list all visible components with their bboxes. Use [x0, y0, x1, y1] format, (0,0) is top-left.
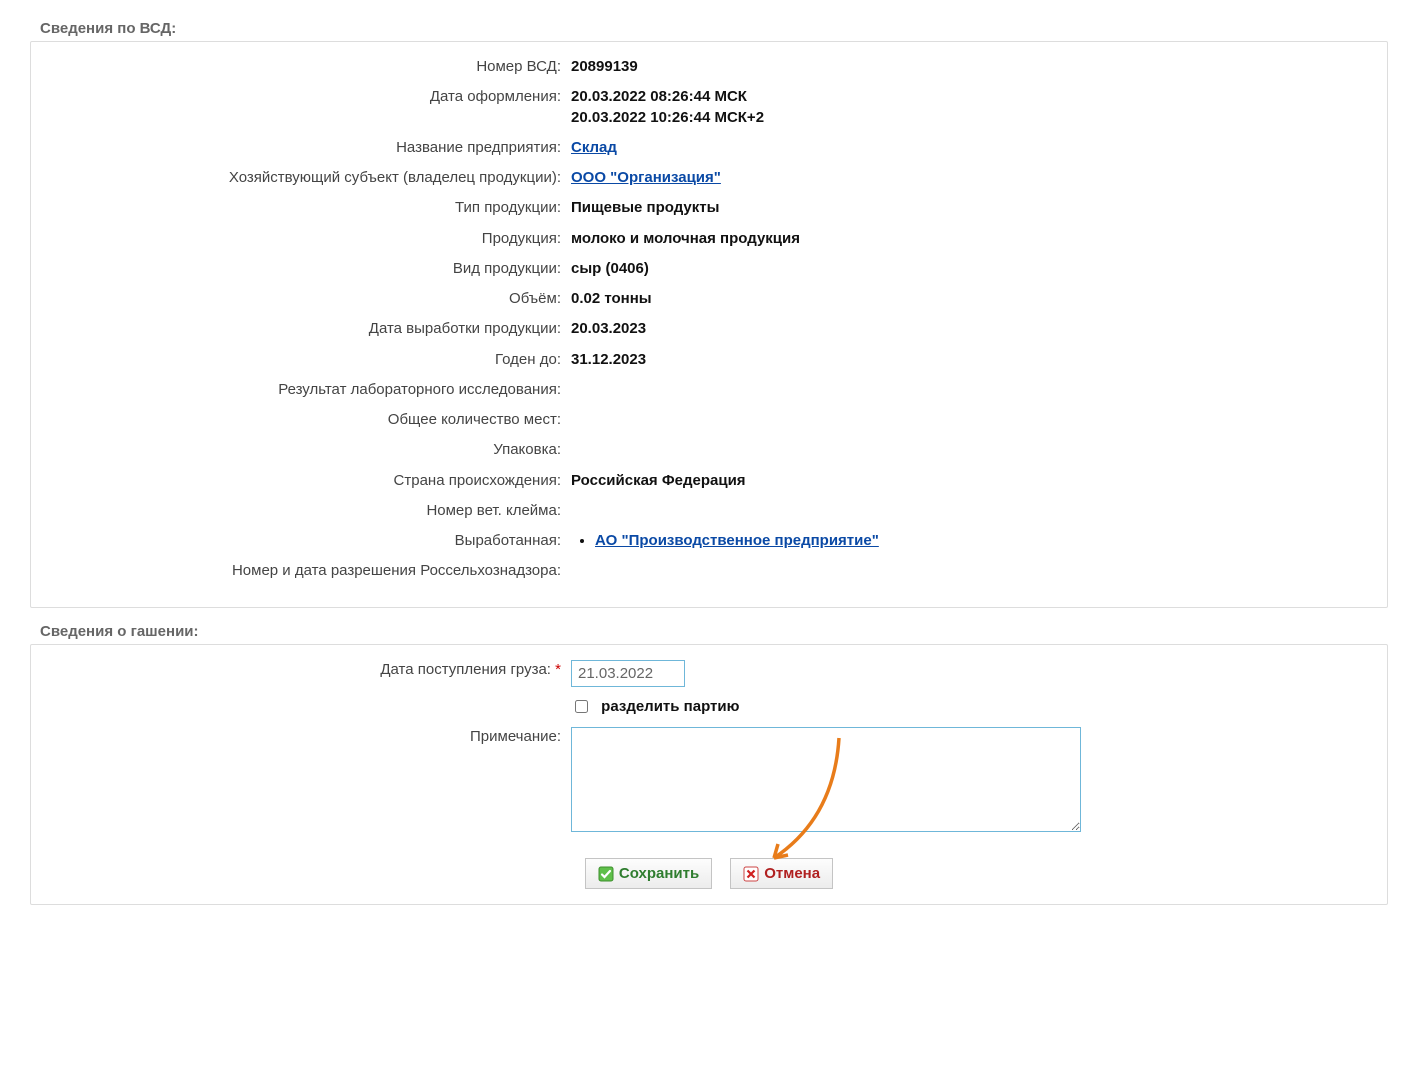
checkmark-icon	[598, 866, 614, 882]
produced-by-label: Выработанная:	[51, 531, 571, 551]
redemption-info-title: Сведения о гашении:	[40, 623, 1388, 640]
issue-date-label: Дата оформления:	[51, 87, 571, 107]
origin-label: Страна происхождения:	[51, 471, 571, 491]
produced-by-link[interactable]: АО "Производственное предприятие"	[595, 532, 879, 549]
made-date-value: 20.03.2023	[571, 319, 1367, 339]
packaging-label: Упаковка:	[51, 440, 571, 460]
vsd-info-title: Сведения по ВСД:	[40, 20, 1388, 37]
vsd-number-value: 20899139	[571, 57, 1367, 77]
owner-label: Хозяйствующий субъект (владелец продукци…	[51, 168, 571, 188]
vsd-info-section: Номер ВСД: 20899139 Дата оформления: 20.…	[30, 41, 1388, 608]
volume-value: 0.02 тонны	[571, 289, 1367, 309]
prod-type-label: Тип продукции:	[51, 198, 571, 218]
enterprise-link[interactable]: Склад	[571, 139, 617, 156]
lab-result-label: Результат лабораторного исследования:	[51, 380, 571, 400]
places-label: Общее количество мест:	[51, 410, 571, 430]
prod-type-value: Пищевые продукты	[571, 198, 1367, 218]
vsd-number-label: Номер ВСД:	[51, 57, 571, 77]
cross-icon	[743, 866, 759, 882]
made-date-label: Дата выработки продукции:	[51, 319, 571, 339]
origin-value: Российская Федерация	[571, 471, 1367, 491]
save-button-label: Сохранить	[619, 865, 699, 882]
split-batch-label[interactable]: разделить партию	[601, 698, 739, 715]
issue-date-line2: 20.03.2022 10:26:44 МСК+2	[571, 109, 764, 126]
split-batch-checkbox[interactable]	[575, 700, 588, 713]
arrival-date-input[interactable]	[571, 660, 685, 687]
button-bar: Сохранить Отмена	[51, 858, 1367, 889]
issue-date-value: 20.03.2022 08:26:44 МСК 20.03.2022 10:26…	[571, 87, 1367, 128]
product-kind-label: Вид продукции:	[51, 259, 571, 279]
volume-label: Объём:	[51, 289, 571, 309]
expiry-label: Годен до:	[51, 350, 571, 370]
issue-date-line1: 20.03.2022 08:26:44 МСК	[571, 88, 747, 105]
enterprise-label: Название предприятия:	[51, 138, 571, 158]
product-kind-value: сыр (0406)	[571, 259, 1367, 279]
product-label: Продукция:	[51, 229, 571, 249]
cancel-button[interactable]: Отмена	[730, 858, 833, 889]
arrival-date-label: Дата поступления груза: *	[51, 660, 571, 680]
permit-label: Номер и дата разрешения Россельхознадзор…	[51, 561, 571, 581]
stamp-label: Номер вет. клейма:	[51, 501, 571, 521]
product-value: молоко и молочная продукция	[571, 229, 1367, 249]
redemption-info-section: Дата поступления груза: * разделить парт…	[30, 644, 1388, 906]
note-label: Примечание:	[51, 727, 571, 747]
cancel-button-label: Отмена	[764, 865, 820, 882]
save-button[interactable]: Сохранить	[585, 858, 712, 889]
expiry-value: 31.12.2023	[571, 350, 1367, 370]
note-textarea[interactable]	[571, 727, 1081, 832]
owner-link[interactable]: ООО "Организация"	[571, 169, 721, 186]
